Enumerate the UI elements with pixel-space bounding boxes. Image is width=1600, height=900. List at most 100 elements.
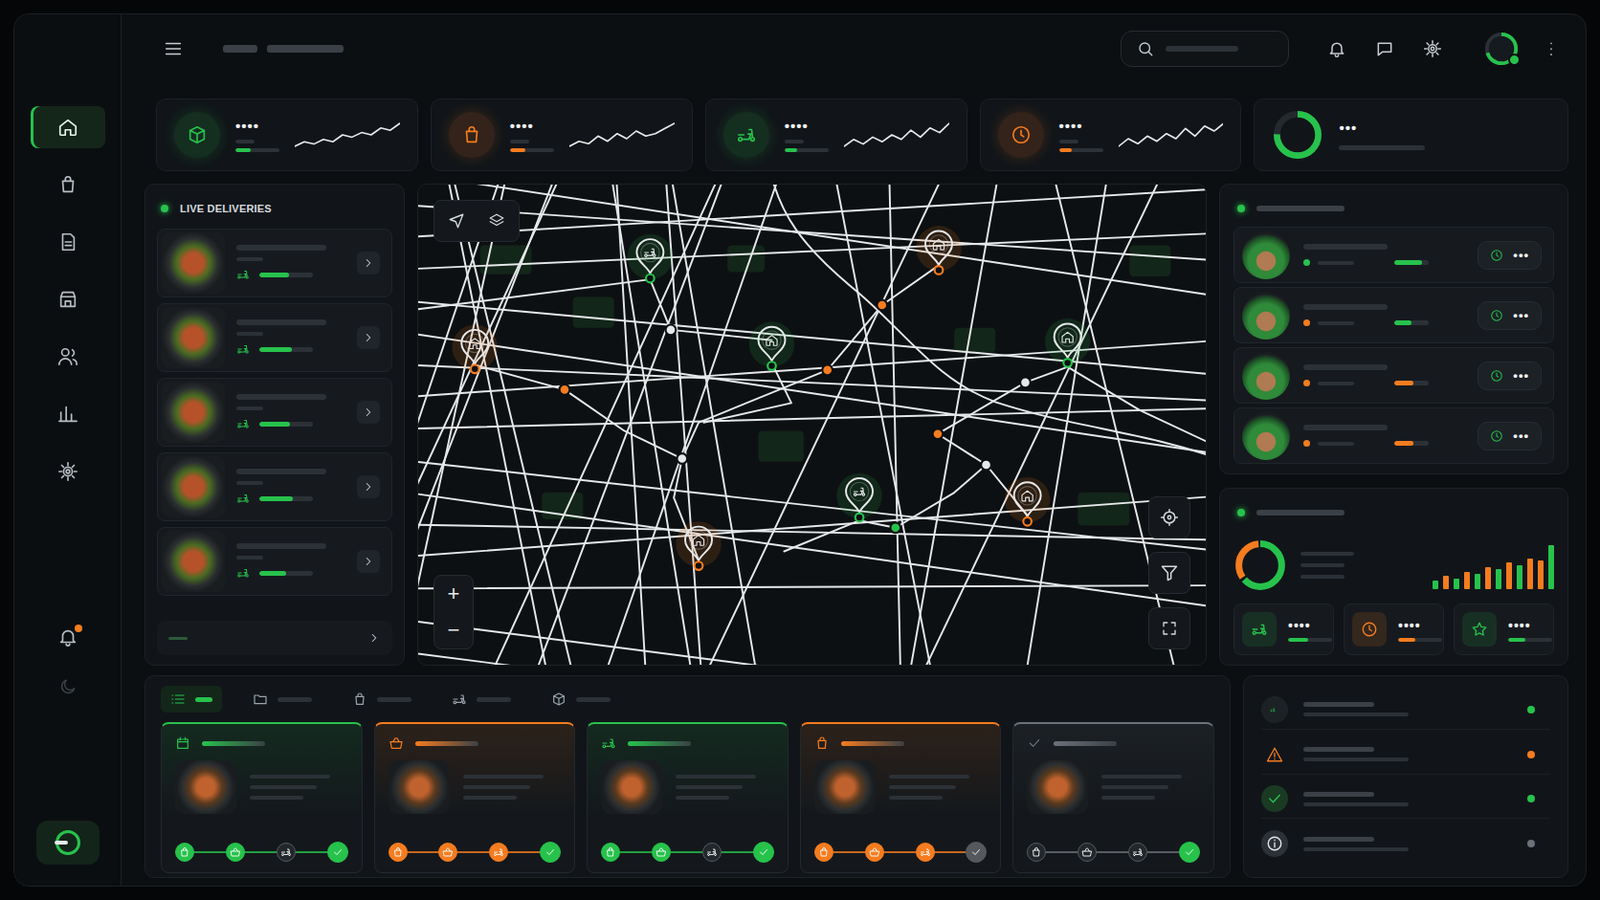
zoom-out-button[interactable]: − [434,612,473,649]
rider-row[interactable]: ••• [1233,407,1555,465]
order-card[interactable] [800,722,1002,874]
step-connector [1096,851,1129,854]
list-icon [170,691,186,708]
map-pin[interactable] [1044,318,1090,368]
text-placeholder [463,775,544,779]
activity-row[interactable] [1261,824,1551,864]
gear-icon [57,461,79,483]
open-delivery-button[interactable] [356,326,380,350]
map-pin[interactable] [452,325,498,375]
kpi-card[interactable]: •••• [155,98,419,172]
search-field[interactable] [1120,30,1289,67]
delivery-item[interactable] [156,452,393,522]
order-body [388,760,562,815]
activity-row[interactable] [1261,779,1551,820]
live-deliveries-panel: LIVE DELIVERIES [144,183,405,667]
rider-row[interactable]: ••• [1233,226,1555,284]
kpi-card[interactable]: •••• [430,98,693,172]
open-delivery-button[interactable] [356,251,380,275]
order-card[interactable] [586,722,789,874]
delivery-item[interactable] [156,228,393,298]
view-all-row[interactable] [156,621,393,656]
profile-button[interactable] [1482,29,1521,68]
delivery-item[interactable] [156,527,393,597]
map-pin[interactable] [915,225,961,275]
open-delivery-button[interactable] [356,475,380,499]
map-pin[interactable] [749,321,795,371]
text-placeholder [236,468,327,475]
street [418,492,1206,609]
text-placeholder [1303,712,1409,717]
messages-button[interactable] [1367,31,1402,67]
sidebar-item[interactable] [30,393,106,436]
street [1024,184,1108,666]
sidebar-item[interactable] [30,221,106,264]
sidebar-item[interactable] [30,335,106,378]
text-placeholder [463,796,517,800]
delivery-item[interactable] [156,303,393,373]
rider-row[interactable]: ••• [1233,287,1555,344]
rider-row[interactable]: ••• [1233,347,1555,404]
sidebar-item[interactable] [30,450,106,493]
locate-button[interactable] [1148,496,1191,539]
bar [1537,560,1544,590]
progress-track [1394,380,1429,386]
tab[interactable] [243,686,322,713]
layers-button[interactable] [478,204,515,238]
map-canvas[interactable] [418,184,1206,666]
notifications-button[interactable] [1319,31,1355,67]
kpi-card[interactable]: ••• [1253,98,1569,172]
activity-row[interactable] [1261,690,1551,731]
rider-menu-button[interactable]: ••• [1477,241,1542,270]
activity-row[interactable] [1261,735,1551,776]
park-area [757,430,803,462]
scooter-icon [236,267,250,282]
menu-button[interactable] [155,31,191,67]
tab[interactable] [160,686,223,713]
chevron-right-icon [361,405,376,420]
more-button[interactable] [1533,31,1569,67]
order-card[interactable] [374,722,577,874]
order-card[interactable] [160,722,363,874]
text-placeholder [1303,847,1409,852]
sidebar-item[interactable] [30,278,106,321]
theme-button[interactable] [30,666,106,709]
order-card[interactable] [1012,722,1215,874]
map-pin[interactable] [675,521,721,571]
kpi-card[interactable]: •••• [979,98,1243,172]
navigate-button[interactable] [438,204,475,238]
sidebar-item[interactable] [30,106,106,149]
rider-details [1303,364,1465,387]
zoom-in-button[interactable]: + [434,576,473,613]
rider-menu-button[interactable]: ••• [1477,301,1542,331]
stats-panel: •••••••••••• [1219,488,1569,667]
delivery-item[interactable] [156,377,393,447]
tab[interactable] [541,686,621,713]
mode-toggle[interactable] [36,821,100,866]
text-placeholder [1101,775,1182,779]
fullscreen-button[interactable] [1148,607,1191,650]
settings-button[interactable] [1415,31,1450,67]
toggle-knob [55,830,81,856]
kpi-icon-badge [174,111,221,158]
stat-card[interactable]: •••• [1343,603,1445,656]
rider-menu-button[interactable]: ••• [1477,422,1542,451]
sidebar-item[interactable] [30,163,106,206]
filter-button[interactable] [1148,552,1191,595]
step-connector [934,851,967,854]
open-delivery-button[interactable] [356,550,380,574]
tab[interactable] [342,686,422,713]
activity-text [1303,792,1512,807]
rider-menu-button[interactable]: ••• [1477,361,1542,391]
map-pin[interactable] [836,473,882,523]
kpi-card[interactable]: •••• [705,98,968,172]
stat-card[interactable]: •••• [1233,603,1334,656]
delivery-map[interactable]: +− [417,183,1207,667]
map-pin[interactable] [627,234,673,284]
alerts-button[interactable] [30,616,106,659]
map-pin[interactable] [1004,477,1050,527]
open-delivery-button[interactable] [356,400,380,424]
logo[interactable] [48,37,88,80]
tab[interactable] [442,686,521,713]
stat-card[interactable]: •••• [1453,603,1555,656]
